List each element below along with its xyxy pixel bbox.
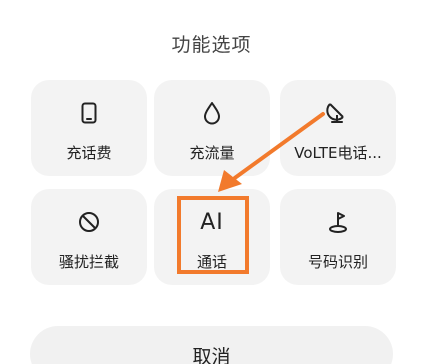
cancel-button[interactable]: 取消	[30, 326, 393, 364]
function-options-sheet: 功能选项 充话费 充流量 VoLTE电话... 骚扰拦截 AI 通话 号码识别 …	[0, 0, 423, 364]
option-label: 充话费	[66, 144, 112, 162]
option-volte-call[interactable]: VoLTE电话...	[280, 80, 396, 176]
location-flag-icon	[280, 209, 396, 235]
option-label: VoLTE电话...	[294, 144, 382, 162]
phone-outline-icon	[31, 100, 147, 126]
option-number-id[interactable]: 号码识别	[280, 189, 396, 285]
option-label: 骚扰拦截	[58, 253, 119, 271]
sheet-title: 功能选项	[171, 34, 252, 56]
option-recharge-data[interactable]: 充流量	[154, 80, 270, 176]
option-label: 号码识别	[307, 253, 368, 271]
option-harassment-block[interactable]: 骚扰拦截	[31, 189, 147, 285]
cancel-label: 取消	[192, 346, 231, 364]
option-label: 充流量	[189, 144, 235, 162]
highlight-box	[177, 196, 249, 274]
water-drop-icon	[154, 100, 270, 126]
option-recharge-bill[interactable]: 充话费	[31, 80, 147, 176]
block-icon	[31, 209, 147, 235]
satellite-dish-icon	[280, 100, 396, 126]
